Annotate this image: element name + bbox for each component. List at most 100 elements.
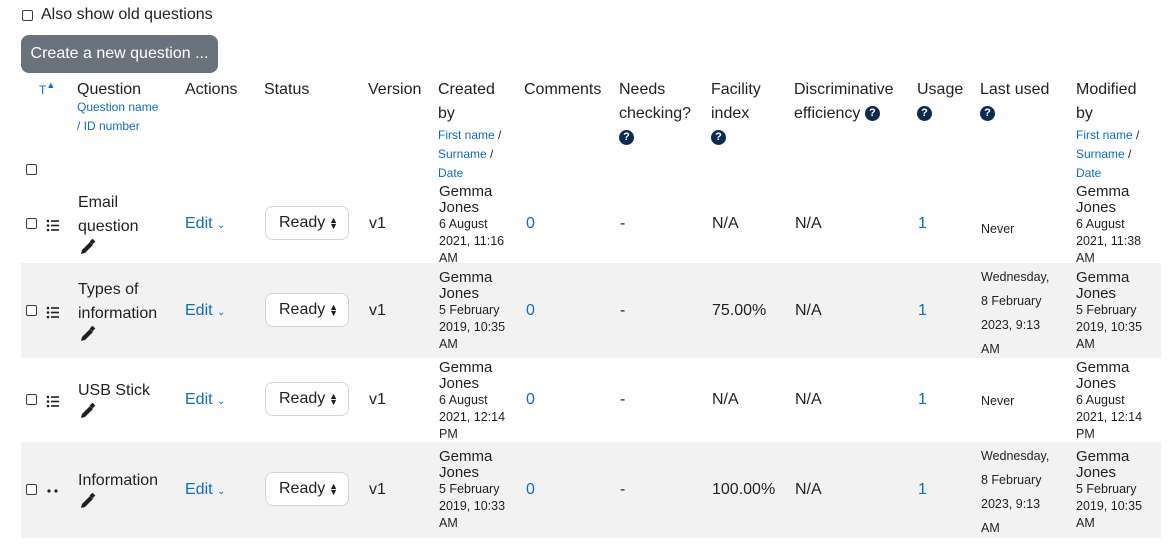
help-icon[interactable]: ?: [917, 106, 932, 122]
edit-pencil-icon[interactable]: [79, 403, 96, 420]
edit-menu[interactable]: Edit ⌄: [185, 302, 225, 320]
status-value: Ready: [279, 301, 326, 318]
question-name: Email question: [78, 191, 139, 239]
status-select[interactable]: Ready ▲ ▼: [265, 472, 349, 506]
needs-checking-value: -: [620, 302, 626, 319]
edit-menu[interactable]: Edit ⌄: [185, 391, 225, 409]
created-name-line: Gemma: [439, 269, 493, 286]
comments-link[interactable]: 0: [526, 391, 535, 409]
last-used-line: 2023, 9:13: [981, 318, 1041, 332]
discriminative-value: N/A: [795, 391, 822, 408]
help-icon[interactable]: ?: [864, 106, 880, 122]
edit-pencil-icon[interactable]: [79, 326, 96, 343]
column-header-facility-index: Facility index ?: [711, 78, 761, 150]
comments-link[interactable]: 0: [526, 481, 535, 499]
needs-checking-value: -: [620, 215, 626, 232]
last-used-line: 8 February: [981, 294, 1042, 308]
usage-link[interactable]: 1: [918, 215, 927, 233]
sort-modified-surname[interactable]: Surname: [1076, 147, 1125, 161]
modified-by-label-2: by: [1076, 105, 1093, 122]
discriminative-value: N/A: [795, 302, 822, 319]
also-show-old-checkbox[interactable]: [22, 9, 33, 21]
facility-label-2: index: [711, 105, 750, 122]
column-header-question: Question Question name / ID number: [77, 78, 158, 136]
chevron-down-icon: ⌄: [217, 486, 226, 497]
row-select-checkbox[interactable]: [26, 484, 37, 495]
version-value: v1: [369, 481, 386, 498]
comments-link[interactable]: 0: [526, 215, 535, 233]
last-used-line: 8 February: [981, 473, 1042, 487]
status-value: Ready: [279, 390, 326, 407]
created-name-line: Jones: [439, 199, 480, 216]
usage-link[interactable]: 1: [918, 391, 927, 409]
modified-date-line: 5 February: [1076, 482, 1137, 496]
also-show-old-label: Also show old questions: [41, 6, 213, 23]
created-name-line: Jones: [439, 464, 480, 481]
sort-type-header[interactable]: T▲: [39, 78, 55, 103]
create-new-question-button[interactable]: Create a new question ...: [21, 35, 218, 73]
last-used: Never: [981, 389, 1014, 413]
created-by: Gemma Jones 6 August 2021, 11:16 AM: [439, 184, 504, 267]
created-date-line: PM: [439, 427, 458, 441]
created-date-line: 5 February: [439, 482, 500, 496]
also-show-old-questions[interactable]: Also show old questions: [22, 6, 213, 24]
help-icon[interactable]: ?: [619, 130, 634, 146]
comments-link[interactable]: 0: [526, 302, 535, 320]
sort-modified-firstname[interactable]: First name: [1076, 128, 1133, 142]
sort-created-firstname[interactable]: First name: [438, 128, 495, 142]
edit-menu[interactable]: Edit ⌄: [185, 215, 225, 233]
column-header-comments: Comments: [524, 81, 602, 98]
modified-name-line: Jones: [1076, 199, 1117, 216]
edit-pencil-icon[interactable]: [79, 493, 96, 510]
status-select[interactable]: Ready ▲ ▼: [265, 293, 349, 327]
modified-sub-sep2: /: [1124, 147, 1132, 161]
sort-created-date[interactable]: Date: [438, 166, 463, 180]
question-name: Information: [78, 469, 158, 493]
question-name-line: information: [78, 305, 158, 322]
column-header-usage: Usage ?: [917, 78, 963, 126]
question-name-line: Email: [78, 194, 119, 211]
chevron-down-icon: ⌄: [217, 396, 226, 407]
created-date-line: 2019, 10:35: [439, 320, 506, 334]
created-name-line: Jones: [439, 285, 480, 302]
status-select[interactable]: Ready ▲ ▼: [265, 382, 349, 416]
needs-checking-value: -: [620, 391, 626, 408]
edit-pencil-icon[interactable]: [79, 239, 96, 256]
last-used-line: AM: [981, 342, 1000, 356]
column-header-last-used: Last used ?: [980, 78, 1049, 126]
created-date-line: 5 February: [439, 303, 500, 317]
column-header-status: Status: [264, 81, 310, 98]
created-date-line: 2021, 12:14: [439, 410, 506, 424]
question-name: USB Stick: [78, 379, 150, 403]
modified-date-line: AM: [1076, 251, 1095, 265]
usage-label: Usage: [917, 81, 964, 98]
sort-modified-date[interactable]: Date: [1076, 166, 1101, 180]
row-select-checkbox[interactable]: [26, 394, 37, 405]
created-date-line: 6 August: [439, 217, 488, 231]
sort-question-name[interactable]: Question name: [77, 98, 158, 117]
chevron-down-icon: ⌄: [217, 220, 226, 231]
select-all-checkbox[interactable]: [26, 164, 37, 175]
help-icon[interactable]: ?: [711, 130, 726, 146]
facility-index-value: 100.00%: [712, 481, 776, 498]
row-select-checkbox[interactable]: [26, 218, 37, 229]
edit-menu[interactable]: Edit ⌄: [185, 481, 225, 499]
multichoice-list-icon: [46, 395, 59, 408]
sort-id-number[interactable]: / ID number: [77, 117, 158, 136]
created-name-line: Jones: [439, 375, 480, 392]
created-date-line: AM: [439, 337, 458, 351]
column-header-created-by: Created by First name / Surname / Date: [438, 78, 501, 183]
column-header-actions: Actions: [185, 81, 238, 98]
multichoice-list-icon: [46, 306, 59, 319]
status-select[interactable]: Ready ▲ ▼: [265, 206, 349, 240]
discriminative-value: N/A: [795, 481, 822, 498]
usage-link[interactable]: 1: [918, 302, 927, 320]
chevron-down-icon: ⌄: [217, 307, 226, 318]
usage-link[interactable]: 1: [918, 481, 927, 499]
help-icon[interactable]: ?: [980, 106, 995, 122]
row-select-checkbox[interactable]: [26, 305, 37, 316]
sort-created-surname[interactable]: Surname: [438, 147, 487, 161]
modified-name-line: Jones: [1076, 464, 1117, 481]
facility-label-1: Facility: [711, 81, 761, 98]
modified-name-line: Gemma: [1076, 183, 1130, 200]
